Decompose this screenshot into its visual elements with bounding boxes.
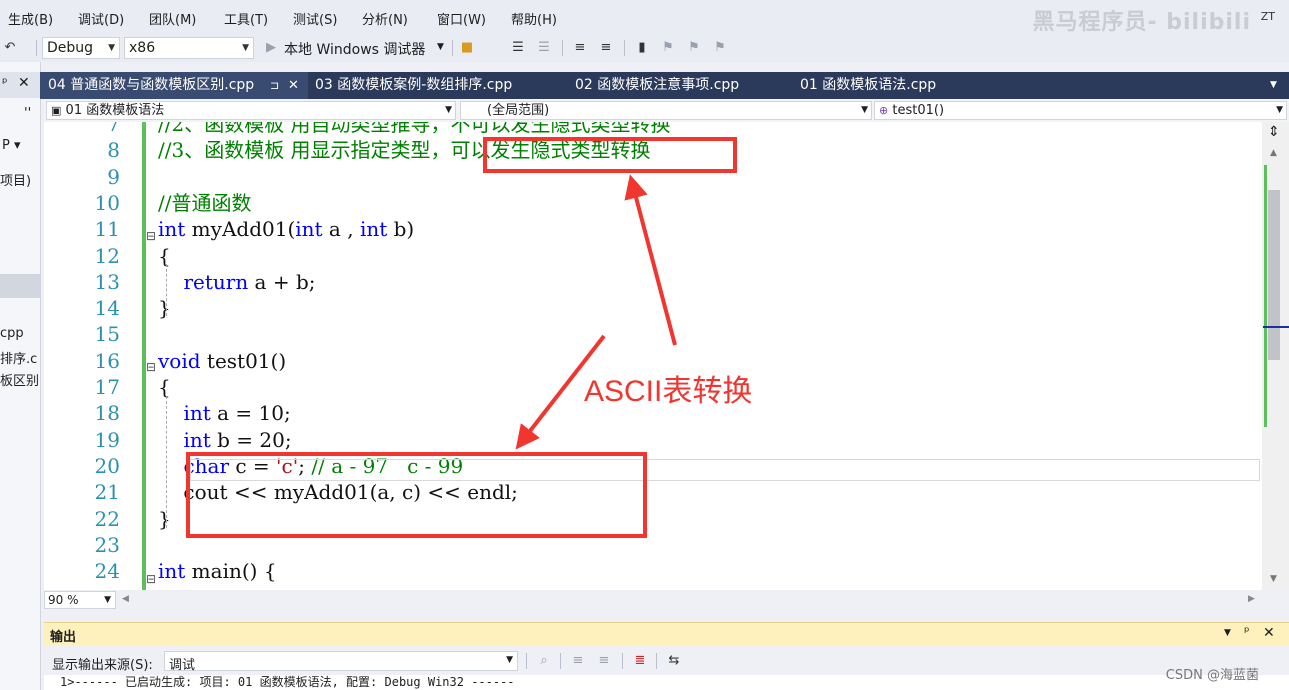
arrow-to-line8: [624, 174, 677, 346]
csdn-watermark: CSDN @海蓝菌: [1165, 668, 1259, 683]
annotation-label: ASCII表转换: [584, 375, 753, 408]
annotation-arrows: [515, 174, 677, 450]
